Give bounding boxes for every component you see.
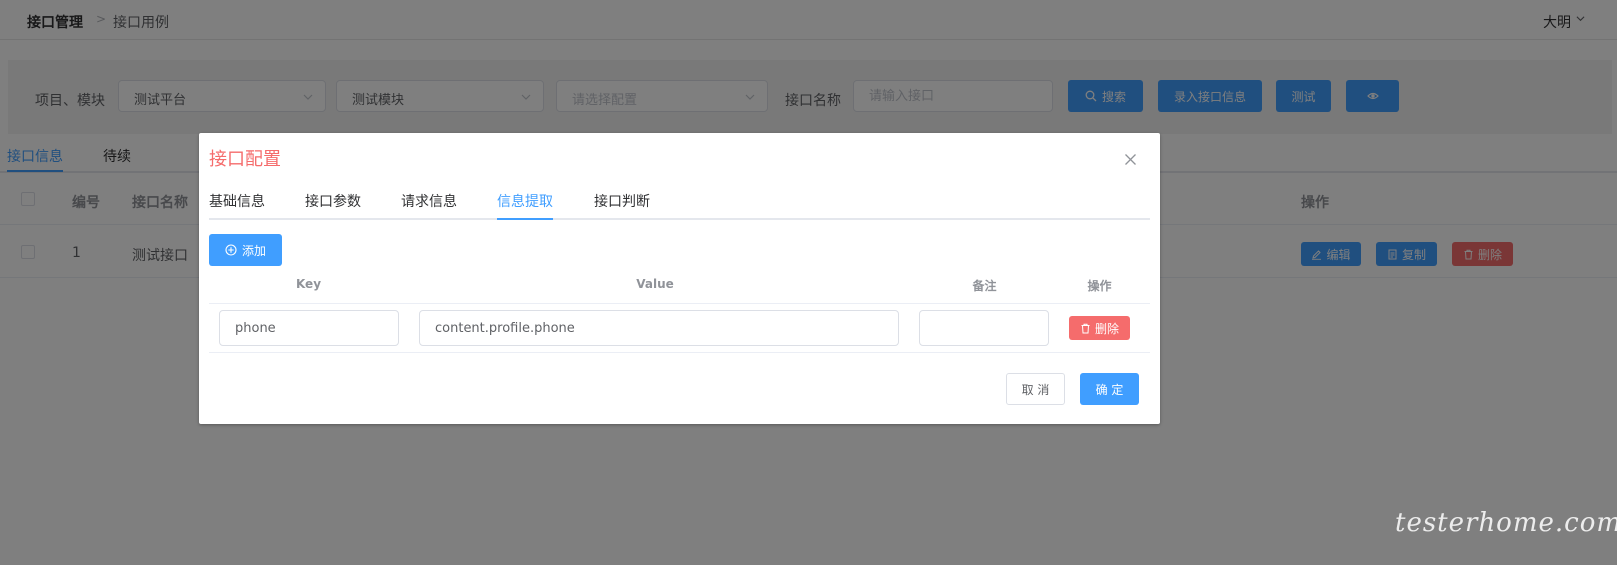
dialog-title: 接口配置 [209,149,281,170]
column-value: Value [636,277,674,291]
table-divider [209,303,1150,304]
table-divider [209,352,1150,353]
close-icon[interactable] [1124,153,1137,166]
trash-icon [1081,323,1090,333]
confirm-button[interactable]: 确 定 [1080,373,1139,405]
key-input[interactable] [219,310,399,346]
watermark-text: testerhome.com [1395,508,1617,538]
cancel-button[interactable]: 取 消 [1006,373,1065,405]
value-input[interactable] [419,310,899,346]
tab-request-info[interactable]: 请求信息 [401,191,457,211]
tab-info-extract[interactable]: 信息提取 [497,191,553,211]
interface-config-dialog: 接口配置 基础信息 接口参数 请求信息 信息提取 接口判断 添加 Key Val… [199,133,1160,424]
note-input[interactable] [919,310,1049,346]
column-key: Key [295,277,322,291]
column-actions: 操作 [1087,279,1112,293]
tab-interface-assert[interactable]: 接口判断 [594,191,650,211]
tab-interface-params[interactable]: 接口参数 [305,191,361,211]
active-tab-indicator [497,218,553,220]
plus-circle-icon [225,244,237,256]
tab-basic-info[interactable]: 基础信息 [209,191,265,211]
tabs-divider [209,218,1150,220]
column-note: 备注 [972,279,997,293]
add-button[interactable]: 添加 [209,234,282,266]
delete-row-button[interactable]: 删除 [1069,316,1130,340]
